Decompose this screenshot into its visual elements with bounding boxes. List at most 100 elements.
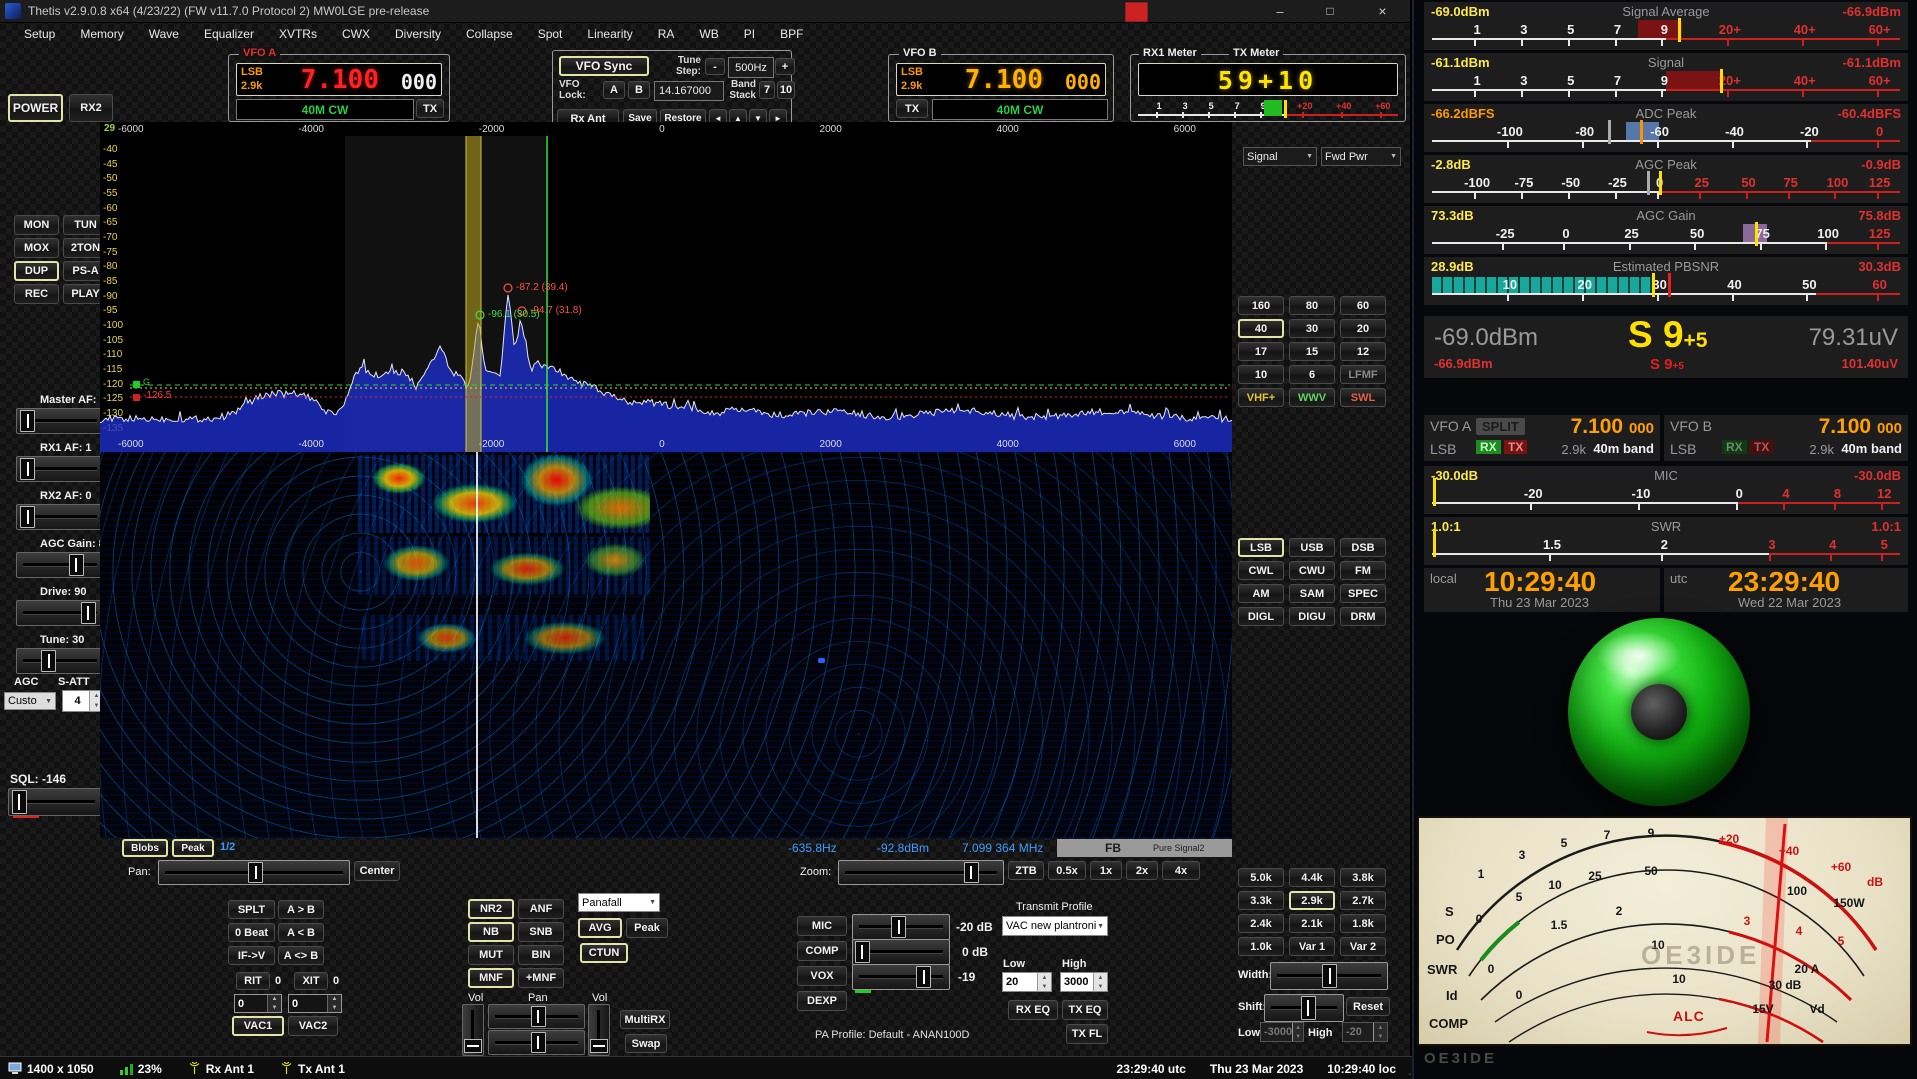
shift-reset-button[interactable]: Reset bbox=[1346, 997, 1390, 1016]
tx-fl-button[interactable]: TX FL bbox=[1066, 1024, 1108, 1044]
tune-step-minus-button[interactable]: - bbox=[705, 58, 725, 75]
power-button[interactable]: POWER bbox=[8, 94, 63, 122]
tune-step-plus-button[interactable]: + bbox=[775, 58, 795, 75]
anf-button[interactable]: ANF bbox=[518, 899, 564, 919]
button-mon[interactable]: MON bbox=[14, 215, 59, 235]
filter-high-spinner[interactable]: -20▲▼ bbox=[1342, 1022, 1388, 1042]
nr2-button[interactable]: NR2 bbox=[468, 899, 514, 919]
zoom-4x-button[interactable]: 4x bbox=[1162, 861, 1200, 880]
sql-slider[interactable] bbox=[8, 788, 102, 816]
menu-spot[interactable]: Spot bbox=[538, 27, 563, 41]
hud-split-badge[interactable]: SPLIT bbox=[1476, 418, 1525, 435]
mic-button[interactable]: MIC bbox=[797, 916, 847, 936]
menu-pi[interactable]: PI bbox=[744, 27, 755, 41]
menu-xvtrs[interactable]: XVTRs bbox=[279, 27, 317, 41]
filter-button-1.8k[interactable]: 1.8k bbox=[1340, 914, 1386, 933]
satt-spinner[interactable]: 4▲▼ bbox=[62, 690, 104, 712]
avg-button[interactable]: AVG bbox=[578, 918, 622, 938]
rx-ant-item[interactable]: Rx Ant 1 bbox=[188, 1062, 254, 1076]
mode-button-sam[interactable]: SAM bbox=[1289, 584, 1335, 603]
band-stack-7-button[interactable]: 7 bbox=[759, 81, 775, 99]
meter-rx-select[interactable]: Signal▼ bbox=[1243, 147, 1317, 166]
menu-equalizer[interactable]: Equalizer bbox=[204, 27, 254, 41]
meter-tx-select[interactable]: Fwd Pwr▼ bbox=[1321, 147, 1401, 166]
filter-button-2.1k[interactable]: 2.1k bbox=[1289, 914, 1335, 933]
rx1-pan-slider[interactable] bbox=[488, 1004, 585, 1029]
band-button-160[interactable]: 160 bbox=[1238, 296, 1284, 315]
rx2-button[interactable]: RX2 bbox=[69, 94, 113, 122]
band-button-swl[interactable]: SWL bbox=[1340, 388, 1386, 407]
filter-button-2.7k[interactable]: 2.7k bbox=[1340, 891, 1386, 910]
band-button-17[interactable]: 17 bbox=[1238, 342, 1284, 361]
band-button-15[interactable]: 15 bbox=[1289, 342, 1335, 361]
rx2-vol-slider[interactable] bbox=[588, 1004, 610, 1056]
if-to-v-button[interactable]: IF->V bbox=[228, 946, 275, 965]
mode-button-cwu[interactable]: CWU bbox=[1289, 561, 1335, 580]
band-button-12[interactable]: 12 bbox=[1340, 342, 1386, 361]
dexp-button[interactable]: DEXP bbox=[797, 991, 847, 1011]
comp-button[interactable]: COMP bbox=[797, 941, 847, 961]
menu-diversity[interactable]: Diversity bbox=[395, 27, 441, 41]
rx1-vol-slider[interactable] bbox=[462, 1004, 484, 1056]
filter-button-var-1[interactable]: Var 1 bbox=[1289, 937, 1335, 956]
band-button-80[interactable]: 80 bbox=[1289, 296, 1335, 315]
button-mox[interactable]: MOX bbox=[14, 238, 59, 258]
zoom-05x-button[interactable]: 0.5x bbox=[1048, 861, 1086, 880]
plus-mnf-button[interactable]: +MNF bbox=[518, 968, 564, 988]
band-button-40[interactable]: 40 bbox=[1238, 319, 1284, 338]
band-stack-10-button[interactable]: 10 bbox=[777, 81, 795, 99]
spectrum-plot[interactable] bbox=[100, 136, 1232, 452]
xit-button[interactable]: XIT bbox=[294, 972, 328, 990]
mode-button-digl[interactable]: DIGL bbox=[1238, 607, 1284, 626]
tx-high-spinner[interactable]: 3000▲▼ bbox=[1060, 972, 1108, 992]
pan-slider[interactable] bbox=[158, 860, 350, 885]
menu-linearity[interactable]: Linearity bbox=[587, 27, 632, 41]
menu-collapse[interactable]: Collapse bbox=[466, 27, 513, 41]
peak-detect-button[interactable]: Peak bbox=[172, 839, 214, 857]
waterfall[interactable] bbox=[100, 452, 1232, 838]
zoom-slider[interactable] bbox=[838, 860, 1004, 885]
a-swap-b-button[interactable]: A <> B bbox=[278, 946, 324, 965]
peak-button[interactable]: Peak bbox=[626, 918, 668, 938]
filter-button-5.0k[interactable]: 5.0k bbox=[1238, 868, 1284, 887]
tx-ant-item[interactable]: Tx Ant 1 bbox=[280, 1062, 345, 1076]
band-button-20[interactable]: 20 bbox=[1340, 319, 1386, 338]
vfo-sync-button[interactable]: VFO Sync bbox=[559, 56, 649, 76]
zero-beat-button[interactable]: 0 Beat bbox=[228, 923, 275, 942]
close-button[interactable]: × bbox=[1355, 0, 1410, 22]
blobs-button[interactable]: Blobs bbox=[122, 839, 168, 857]
ctun-button[interactable]: CTUN bbox=[580, 943, 628, 963]
band-button-vhf+[interactable]: VHF+ bbox=[1238, 388, 1284, 407]
swap-button[interactable]: Swap bbox=[625, 1034, 667, 1053]
band-button-30[interactable]: 30 bbox=[1289, 319, 1335, 338]
vac2-button[interactable]: VAC2 bbox=[288, 1016, 338, 1036]
vox-slider[interactable] bbox=[852, 964, 950, 990]
mnf-button[interactable]: MNF bbox=[468, 968, 514, 988]
menu-ra[interactable]: RA bbox=[658, 27, 675, 41]
vfoa-tx-button[interactable]: TX bbox=[416, 99, 444, 118]
menu-cwx[interactable]: CWX bbox=[342, 27, 370, 41]
vfo-lock-b-button[interactable]: B bbox=[628, 81, 650, 99]
vfo-lock-a-button[interactable]: A bbox=[603, 81, 625, 99]
band-button-60[interactable]: 60 bbox=[1340, 296, 1386, 315]
splt-button[interactable]: SPLT bbox=[228, 900, 275, 919]
mut-button[interactable]: MUT bbox=[468, 945, 514, 965]
band-button-lfmf[interactable]: LFMF bbox=[1340, 365, 1386, 384]
rit-spinner[interactable]: 0▲▼ bbox=[234, 994, 282, 1013]
mode-button-am[interactable]: AM bbox=[1238, 584, 1284, 603]
memory-freq[interactable]: 14.167000 bbox=[654, 81, 724, 101]
filter-button-1.0k[interactable]: 1.0k bbox=[1238, 937, 1284, 956]
mode-button-cwl[interactable]: CWL bbox=[1238, 561, 1284, 580]
menu-setup[interactable]: Setup bbox=[24, 27, 55, 41]
ztb-button[interactable]: ZTB bbox=[1008, 861, 1044, 880]
button-dup[interactable]: DUP bbox=[14, 261, 59, 281]
width-slider[interactable] bbox=[1270, 962, 1388, 990]
bin-button[interactable]: BIN bbox=[518, 945, 564, 965]
menu-bpf[interactable]: BPF bbox=[780, 27, 803, 41]
menu-wb[interactable]: WB bbox=[699, 27, 718, 41]
minimize-button[interactable]: – bbox=[1255, 0, 1305, 22]
mode-button-fm[interactable]: FM bbox=[1340, 561, 1386, 580]
transmit-profile-select[interactable]: VAC new plantroni▼ bbox=[1002, 916, 1108, 936]
zoom-1x-button[interactable]: 1x bbox=[1090, 861, 1122, 880]
page-indicator[interactable]: 1/2 bbox=[220, 841, 235, 853]
